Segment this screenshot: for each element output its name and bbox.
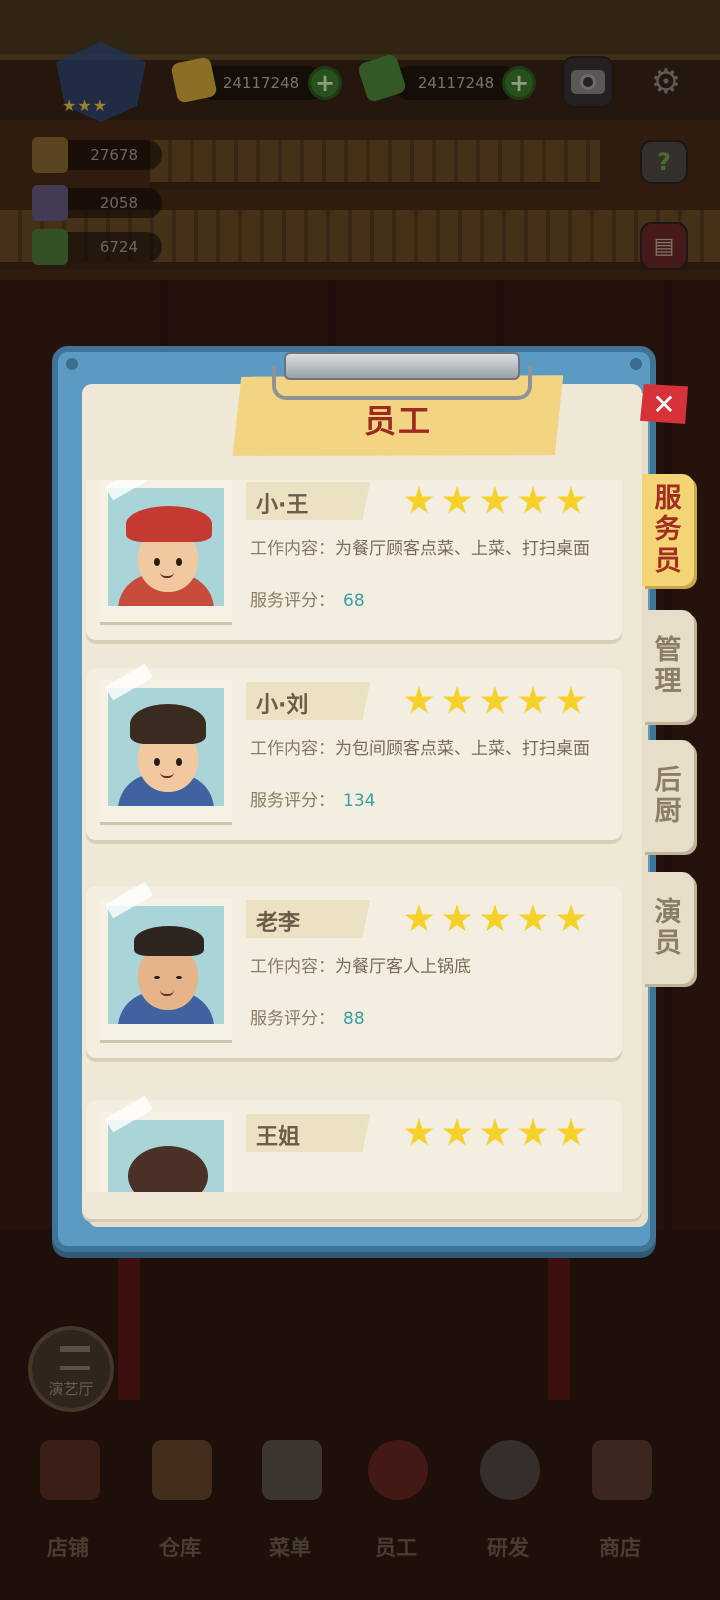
eye [154,976,160,979]
tab-char: 员 [654,928,682,959]
star-icon [518,486,548,514]
work-text: 为餐厅顾客点菜、上菜、打扫桌面 [335,539,590,559]
eye [176,558,182,566]
close-icon: ✕ [652,387,676,421]
portrait-image [108,688,224,806]
staff-card[interactable]: 小·王 工作内容：为餐厅顾客点菜、上菜、打扫桌面 服务评分： 68 [86,480,622,640]
staff-portrait [100,881,232,1040]
hair [134,926,204,956]
tab-kitchen[interactable]: 后 厨 [642,740,694,852]
clipboard-clip [272,352,532,408]
portrait-image [108,906,224,1024]
staff-card[interactable]: 老李 工作内容：为餐厅客人上锅底 服务评分： 88 [86,881,622,1058]
work-label: 工作内容： [250,739,335,759]
staff-card[interactable]: 王姐 [86,1095,622,1192]
headscarf [126,506,212,542]
star-icon [556,486,586,514]
eye [154,758,160,766]
staff-name: 老李 [246,900,370,938]
tab-char: 服 [654,483,682,515]
staff-portrait [100,480,232,622]
star-icon [404,904,434,932]
eye [154,558,160,566]
star-icon [404,1118,434,1146]
hair [130,704,206,744]
staff-stars [404,1118,586,1148]
eye [176,976,182,979]
staff-name: 小·王 [246,482,370,520]
tab-management[interactable]: 管 理 [642,610,694,722]
clip-bar [284,352,520,380]
hair [128,1146,208,1192]
star-icon [404,486,434,514]
rating-value: 68 [343,591,365,611]
star-icon [442,1118,472,1146]
staff-stars [404,686,586,716]
work-label: 工作内容： [250,957,335,977]
tab-waiter[interactable]: 服 务 员 [642,474,694,586]
tab-performer[interactable]: 演 员 [642,872,694,984]
tab-char: 后 [654,764,682,796]
staff-portrait [100,663,232,822]
tab-char: 厨 [654,796,682,827]
tab-char: 务 [654,514,682,546]
mouth [160,990,174,996]
portrait-image [108,488,224,606]
mouth [160,772,174,778]
staff-card[interactable]: 小·刘 工作内容：为包间顾客点菜、上菜、打扫桌面 服务评分： 134 [86,663,622,840]
star-icon [480,904,510,932]
screw [66,358,78,370]
tab-char: 理 [654,666,682,697]
star-icon [518,1118,548,1146]
star-icon [404,686,434,714]
star-icon [518,904,548,932]
close-button[interactable]: ✕ [640,384,688,424]
rating-label: 服务评分： [250,1009,335,1029]
staff-work: 工作内容：为餐厅顾客点菜、上菜、打扫桌面 [250,538,590,561]
tab-char: 管 [654,634,682,666]
star-icon [480,486,510,514]
staff-stars [404,486,586,516]
staff-work: 工作内容：为餐厅客人上锅底 [250,956,590,979]
screw [630,358,642,370]
work-label: 工作内容： [250,539,335,559]
work-text: 为包间顾客点菜、上菜、打扫桌面 [335,739,590,759]
staff-rating: 服务评分： 68 [250,586,365,611]
star-icon [518,686,548,714]
tab-char: 演 [654,896,682,928]
star-icon [480,686,510,714]
staff-rating: 服务评分： 134 [250,786,375,811]
eye [176,758,182,766]
staff-work: 工作内容：为包间顾客点菜、上菜、打扫桌面 [250,738,590,761]
star-icon [480,1118,510,1146]
star-icon [556,904,586,932]
staff-name: 王姐 [246,1114,370,1152]
staff-portrait [100,1095,232,1192]
staff-list[interactable]: 小·王 工作内容：为餐厅顾客点菜、上菜、打扫桌面 服务评分： 68 小·刘 工作… [82,480,630,1192]
rating-value: 134 [343,791,376,811]
rating-label: 服务评分： [250,591,335,611]
star-icon [442,686,472,714]
staff-rating: 服务评分： 88 [250,1004,365,1029]
work-text: 为餐厅客人上锅底 [335,957,471,977]
rating-label: 服务评分： [250,791,335,811]
star-icon [556,686,586,714]
rating-value: 88 [343,1009,365,1029]
star-icon [442,486,472,514]
tab-char: 员 [654,545,682,577]
staff-stars [404,904,586,934]
portrait-image [108,1120,224,1192]
mouth [160,572,174,578]
star-icon [442,904,472,932]
staff-name: 小·刘 [246,682,370,720]
star-icon [556,1118,586,1146]
